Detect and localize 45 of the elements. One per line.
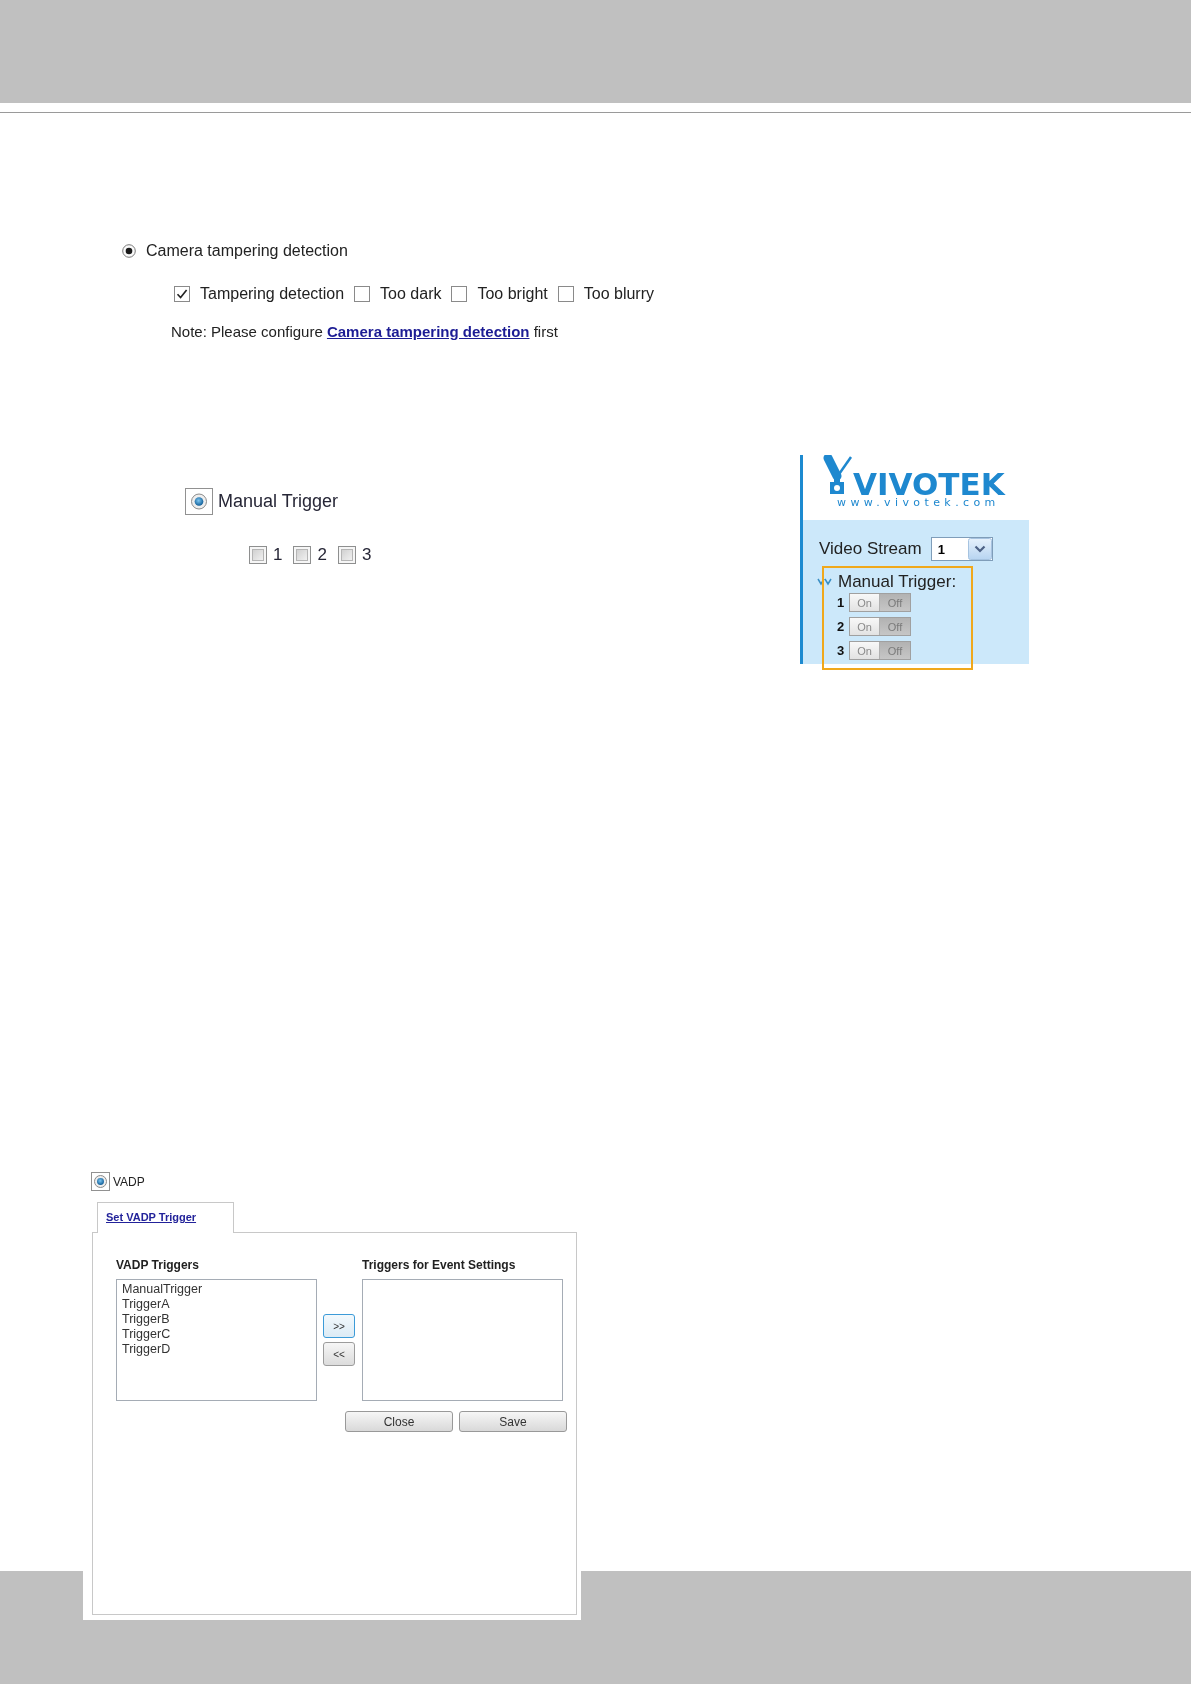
checkbox[interactable]: [337, 546, 356, 564]
checkbox-label: Too blurry: [583, 285, 654, 303]
checkbox[interactable]: [557, 286, 574, 302]
save-button[interactable]: Save: [459, 1411, 567, 1432]
list-item[interactable]: TriggerA: [122, 1297, 311, 1312]
trigger-number: 3: [837, 643, 845, 658]
checkbox[interactable]: [174, 286, 190, 302]
checkbox-label: 2: [317, 545, 327, 565]
checkbox-label: 3: [361, 545, 372, 565]
list-item[interactable]: TriggerD: [122, 1342, 311, 1357]
move-button[interactable]: <<: [323, 1342, 355, 1366]
checkbox-label: 1: [273, 545, 283, 565]
listbox[interactable]: [362, 1279, 563, 1401]
video-stream-label: Video Stream: [819, 539, 922, 559]
radio-button[interactable]: [185, 488, 213, 515]
list-heading: VADP Triggers: [116, 1258, 200, 1272]
caret-icon: [967, 538, 992, 560]
settings-link[interactable]: Camera tampering detection: [326, 323, 530, 340]
checkbox[interactable]: [293, 546, 312, 564]
move-button[interactable]: >>: [323, 1314, 355, 1338]
manual-trigger-label: Manual Trigger:: [838, 572, 957, 592]
checkbox[interactable]: [451, 286, 468, 302]
checkbox[interactable]: [249, 546, 267, 564]
trigger-number: 2: [837, 619, 845, 634]
chevron-down-icon: [817, 578, 832, 586]
stream-select[interactable]: 1: [930, 537, 993, 561]
logo-url-text: www.vivotek.com: [837, 497, 1001, 508]
listbox[interactable]: ManualTrigger TriggerA TriggerB TriggerC TriggerD: [116, 1279, 317, 1401]
checkbox[interactable]: [354, 286, 371, 302]
close-button[interactable]: Close: [345, 1411, 453, 1432]
radio-label: Camera tampering detection: [146, 242, 348, 260]
tab[interactable]: Set VADP Trigger: [97, 1202, 234, 1233]
radio-button[interactable]: [91, 1172, 110, 1191]
list-heading: Triggers for Event Settings: [362, 1258, 517, 1272]
list-item[interactable]: TriggerC: [122, 1327, 311, 1342]
radio-button[interactable]: [122, 244, 136, 258]
checkbox-label: Too dark: [380, 285, 442, 303]
list-item[interactable]: ManualTrigger: [122, 1282, 311, 1297]
checkbox-label: Tampering detection: [200, 285, 345, 303]
note-text: Note: Please configure Camera tampering detection first: [171, 323, 559, 341]
trigger-number: 1: [837, 595, 845, 610]
radio-label: VADP: [113, 1174, 145, 1189]
checkbox-label: Too bright: [477, 285, 548, 303]
radio-label: Manual Trigger: [218, 491, 339, 512]
list-item[interactable]: TriggerB: [122, 1312, 311, 1327]
